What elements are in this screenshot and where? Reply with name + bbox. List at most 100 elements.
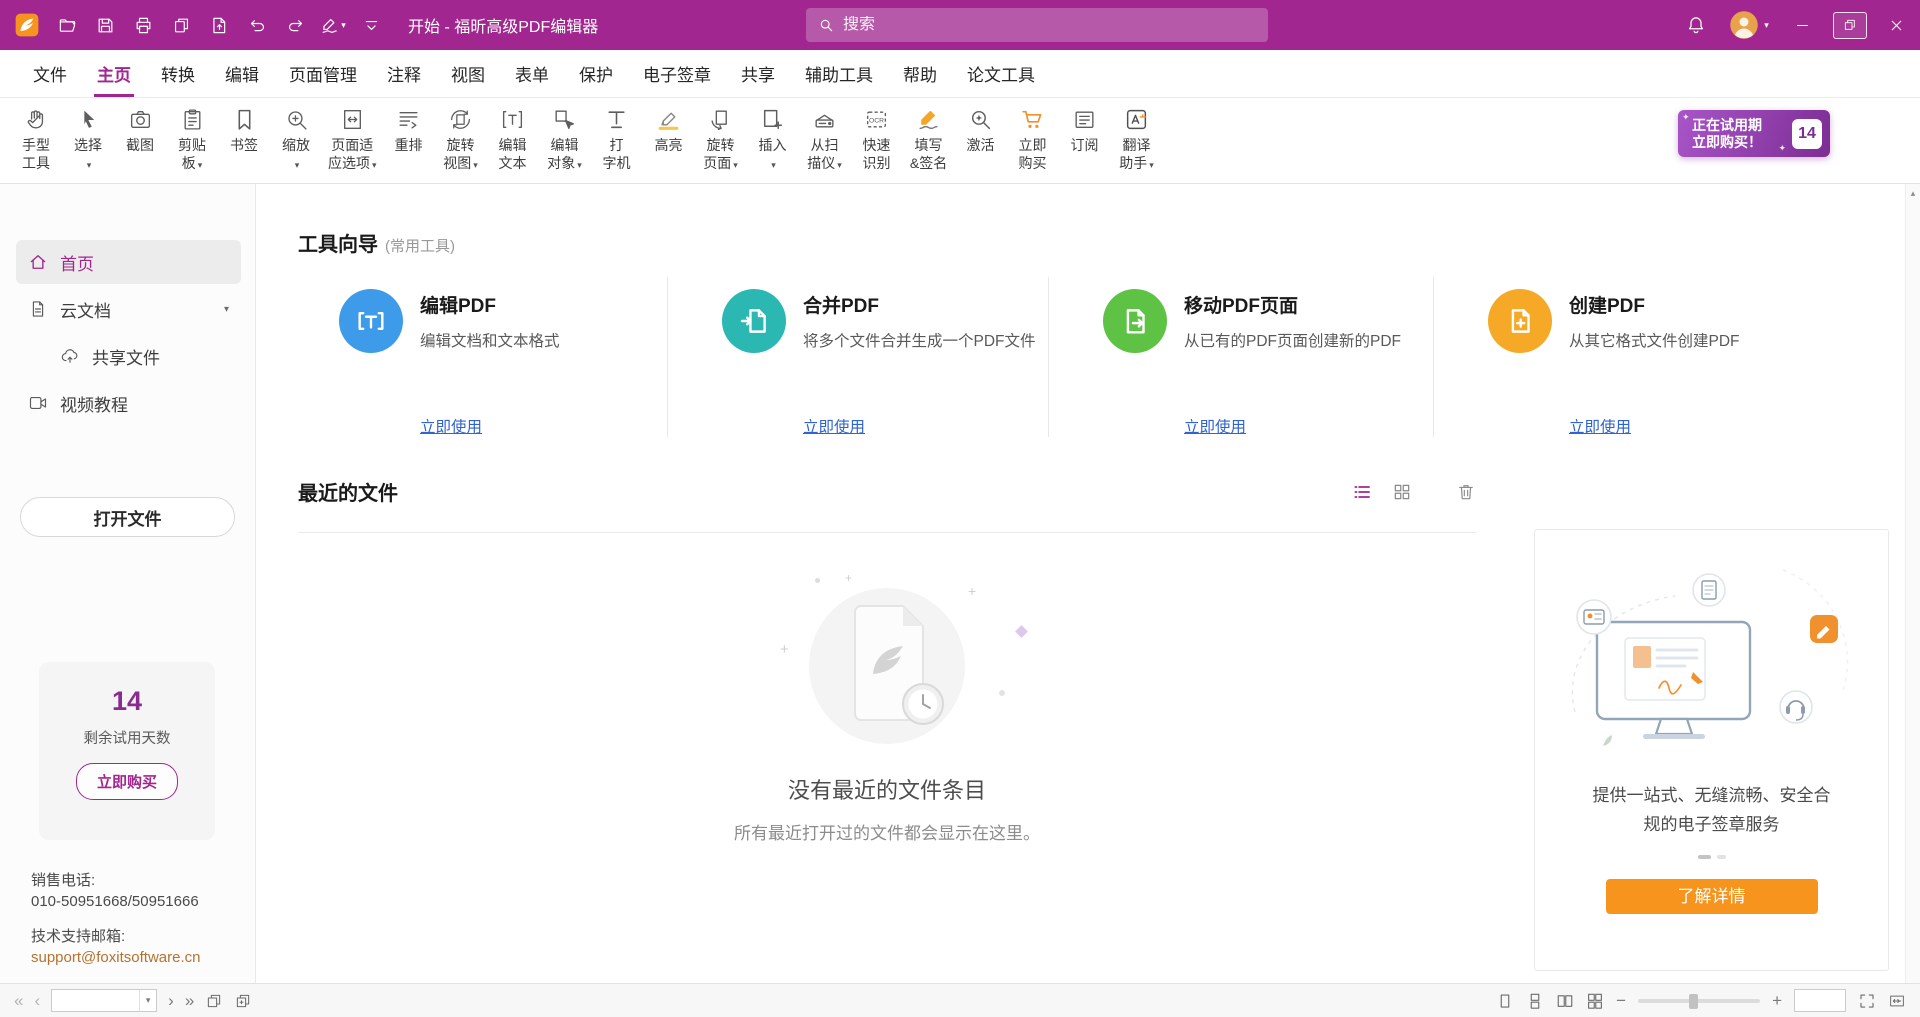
menu-item-page-manage[interactable]: 页面管理 (274, 50, 372, 97)
menu-item-share[interactable]: 共享 (726, 50, 790, 97)
ribbon-insert-button[interactable]: 插入▾ (747, 104, 799, 174)
ribbon-reflow-button[interactable]: 重排 (383, 104, 435, 154)
ribbon-highlight-button[interactable]: 高亮 (643, 104, 695, 154)
clear-recent-button[interactable] (1456, 482, 1476, 502)
print-button[interactable] (124, 0, 162, 50)
ribbon-snapshot-button[interactable]: 截图 (114, 104, 166, 154)
close-button[interactable] (1873, 0, 1920, 50)
export-button[interactable] (200, 0, 238, 50)
customize-toolbar-button[interactable] (352, 0, 390, 50)
menu-item-comment[interactable]: 注释 (372, 50, 436, 97)
ribbon-buy-now-button[interactable]: 立即购买 (1007, 104, 1059, 172)
ribbon-bookmark-button[interactable]: 书签 (218, 104, 270, 154)
zoom-slider[interactable] (1638, 993, 1760, 1009)
menu-item-form[interactable]: 表单 (500, 50, 564, 97)
facing-view-button[interactable] (1556, 992, 1574, 1010)
ribbon-page-fit-options-button[interactable]: 页面适应选项▾ (322, 104, 383, 174)
account-button[interactable]: ▾ (1719, 0, 1779, 50)
create-pdf-use-link[interactable]: 立即使用 (1569, 415, 1631, 437)
minimize-button[interactable] (1779, 0, 1826, 50)
open-file-button[interactable]: 打开文件 (20, 497, 235, 537)
copy-page-button[interactable] (162, 0, 200, 50)
menu-item-edit[interactable]: 编辑 (210, 50, 274, 97)
notifications-button[interactable] (1673, 0, 1719, 50)
ribbon-edit-text-button[interactable]: 编辑文本 (487, 104, 539, 172)
menu-item-accessibility[interactable]: 辅助工具 (790, 50, 888, 97)
continuous-view-button[interactable] (1526, 992, 1544, 1010)
page-number-input[interactable] (52, 993, 139, 1009)
menu-item-help[interactable]: 帮助 (888, 50, 952, 97)
page-combo-caret-icon[interactable]: ▾ (139, 990, 156, 1011)
duplicate-page-button[interactable] (234, 992, 252, 1010)
ribbon-hand-tool-button[interactable]: 手型工具 (10, 104, 62, 172)
ribbon-activate-button[interactable]: 激活 (955, 104, 1007, 154)
sidebar-item-cloud-docs[interactable]: 云文档▾ (16, 287, 241, 331)
ribbon-fill-sign-button[interactable]: 填写&签名 (903, 104, 955, 172)
edit-pdf-glyph-icon (354, 304, 388, 338)
menu-item-convert[interactable]: 转换 (146, 50, 210, 97)
foxit-logo-icon[interactable] (14, 12, 40, 38)
menu-item-protect[interactable]: 保护 (564, 50, 628, 97)
list-view-button[interactable] (1352, 482, 1372, 502)
ribbon-rotate-pages-button[interactable]: 旋转页面▾ (695, 104, 747, 174)
menu-item-home[interactable]: 主页 (82, 50, 146, 97)
prev-page-button[interactable]: ‹ (34, 992, 40, 1009)
carousel-dot[interactable] (1717, 855, 1726, 859)
full-screen-button[interactable] (1858, 992, 1876, 1010)
sidebar-item-shared-files[interactable]: 共享文件 (48, 334, 241, 378)
search-box[interactable] (806, 8, 1268, 42)
snapshot-button[interactable] (205, 992, 223, 1010)
vertical-scrollbar[interactable]: ▴ (1905, 184, 1920, 983)
continuous-facing-view-button[interactable] (1586, 992, 1604, 1010)
merge-pdf-use-link[interactable]: 立即使用 (803, 415, 865, 437)
move-pdf-pages-use-link[interactable]: 立即使用 (1184, 415, 1246, 437)
ribbon-edit-object-button[interactable]: 编辑对象▾ (539, 104, 591, 174)
sparkle-icon: ✦ (1778, 144, 1786, 153)
zoom-level-input[interactable] (1794, 989, 1846, 1012)
folder-icon (58, 16, 77, 35)
save-button[interactable] (86, 0, 124, 50)
sidebar-item-video-tutorials[interactable]: 视频教程 (16, 381, 241, 425)
redo-button[interactable] (276, 0, 314, 50)
support-email-link[interactable]: support@foxitsoftware.cn (31, 947, 255, 968)
page-number-combo[interactable]: ▾ (51, 989, 157, 1012)
search-input[interactable] (843, 16, 1256, 34)
zoom-in-button[interactable]: + (1772, 992, 1782, 1009)
learn-more-button[interactable]: 了解详情 (1606, 879, 1818, 914)
last-page-button[interactable]: » (185, 992, 194, 1009)
carousel-dot-active[interactable] (1698, 855, 1711, 859)
open-file-button[interactable] (48, 0, 86, 50)
ribbon-typewriter-button[interactable]: 打字机 (591, 104, 643, 172)
menu-item-paper-tools[interactable]: 论文工具 (952, 50, 1050, 97)
ribbon-quick-ocr-button[interactable]: OCR快速识别 (851, 104, 903, 172)
grid-view-button[interactable] (1392, 482, 1412, 502)
esign-button[interactable]: ▾ (314, 0, 352, 50)
single-page-view-button[interactable] (1496, 992, 1514, 1010)
buy-now-button[interactable]: 立即购买 (76, 763, 178, 800)
trial-days-label: 剩余试用天数 (39, 727, 215, 748)
ribbon-translate-assistant-button[interactable]: 翻译助手▾ (1111, 104, 1163, 174)
ribbon-from-scanner-button[interactable]: 从扫描仪▾ (799, 104, 851, 174)
ribbon-select-button[interactable]: 选择▾ (62, 104, 114, 174)
zoom-slider-thumb[interactable] (1689, 994, 1698, 1009)
ribbon-rotate-view-button[interactable]: 旋转视图▾ (435, 104, 487, 174)
menu-item-esign[interactable]: 电子签章 (628, 50, 726, 97)
trial-purchase-badge[interactable]: ✦ ✦ 正在试用期 立即购买！ 14 (1678, 110, 1830, 157)
next-page-button[interactable]: › (168, 992, 174, 1009)
undo-button[interactable] (238, 0, 276, 50)
edit-pdf-use-link[interactable]: 立即使用 (420, 415, 482, 437)
restore-button[interactable] (1826, 0, 1873, 50)
menu-item-file[interactable]: 文件 (18, 50, 82, 97)
fit-width-button[interactable] (1888, 992, 1906, 1010)
scroll-up-arrow-icon[interactable]: ▴ (1906, 184, 1920, 199)
ribbon-zoom-button[interactable]: 缩放▾ (270, 104, 322, 174)
ribbon-subscribe-button[interactable]: 订阅 (1059, 104, 1111, 154)
sidebar-item-home[interactable]: 首页 (16, 240, 241, 284)
zoom-slider-track[interactable] (1638, 999, 1760, 1003)
ribbon-clipboard-button[interactable]: 剪贴板▾ (166, 104, 218, 174)
menu-item-view[interactable]: 视图 (436, 50, 500, 97)
empty-state-description: 所有最近打开过的文件都会显示在这里。 (298, 819, 1476, 844)
first-page-button[interactable]: « (14, 992, 23, 1009)
zoom-out-button[interactable]: − (1616, 992, 1626, 1009)
esign-icon (320, 16, 339, 35)
